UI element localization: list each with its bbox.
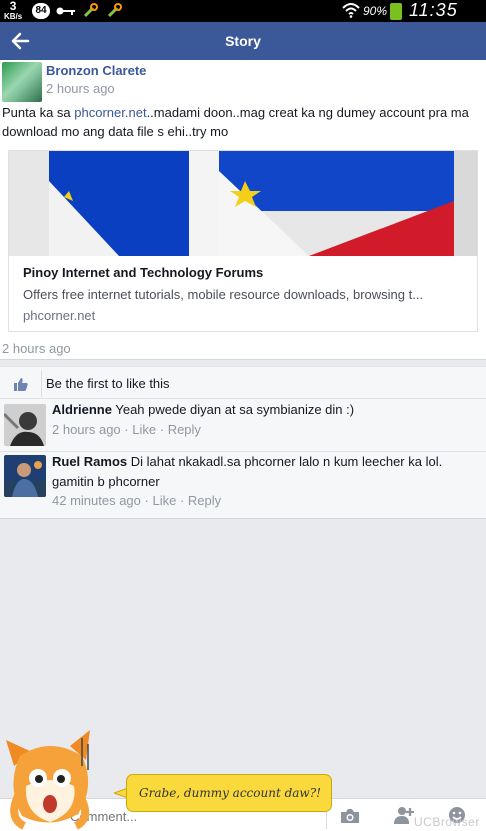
attachment-domain: phcorner.net	[23, 308, 96, 323]
key-icon	[56, 7, 75, 15]
comment-text: Yeah pwede diyan at sa symbianize din :)	[115, 402, 355, 417]
likes-bar[interactable]: Be the first to like this	[0, 366, 486, 399]
app-header: Story	[0, 22, 486, 60]
page-title: Story	[225, 33, 261, 49]
tool-icon	[83, 3, 98, 18]
post-footer-timestamp: 2 hours ago	[2, 341, 71, 356]
thumbs-up-icon	[14, 378, 28, 391]
comment-author[interactable]: Aldrienne	[52, 402, 112, 417]
comment-reply-link[interactable]: Reply	[168, 422, 201, 437]
comment-like-link[interactable]: Like	[152, 493, 176, 508]
battery-percent: 90%	[363, 4, 388, 18]
like-icon-box	[4, 370, 42, 397]
post-timestamp[interactable]: 2 hours ago	[46, 81, 115, 96]
comment-author[interactable]: Ruel Ramos	[52, 454, 127, 469]
comment-body: Ruel Ramos Di lahat nkakadl.sa phcorner …	[52, 452, 478, 492]
comments-list: Aldrienne Yeah pwede diyan at sa symbian…	[0, 399, 486, 519]
avatar[interactable]	[4, 404, 46, 446]
comment-item: Ruel Ramos Di lahat nkakadl.sa phcorner …	[0, 451, 486, 519]
speech-bubble: Grabe, dummy account daw?!	[126, 774, 332, 812]
separator: ·	[179, 493, 188, 508]
battery-icon	[390, 3, 402, 20]
separator: ·	[159, 422, 168, 437]
post-text-part: Punta ka sa	[2, 105, 75, 120]
comment-timestamp: 42 minutes ago	[52, 493, 141, 508]
status-bar: 3 KB/s 84 90% 11:35 AM	[0, 0, 486, 41]
network-speed: 3 KB/s	[4, 0, 23, 21]
comment-item: Aldrienne Yeah pwede diyan at sa symbian…	[0, 399, 486, 451]
link-attachment-card[interactable]: Pinoy Internet and Technology Forums Off…	[8, 150, 478, 332]
post-link[interactable]: phcorner.net	[74, 105, 146, 120]
tool-icon	[107, 3, 122, 18]
network-speed-unit: KB/s	[4, 12, 23, 21]
comment-meta: 2 hours ago · Like · Reply	[52, 422, 201, 437]
attachment-image	[9, 151, 477, 256]
comment-meta: 42 minutes ago · Like · Reply	[52, 493, 221, 508]
comment-body: Aldrienne Yeah pwede diyan at sa symbian…	[52, 400, 478, 420]
post-author[interactable]: Bronzon Clarete	[46, 63, 146, 78]
likes-summary: Be the first to like this	[46, 376, 170, 391]
comment-reply-link[interactable]: Reply	[188, 493, 221, 508]
speech-bubble-text: Grabe, dummy account daw?!	[139, 786, 321, 800]
attachment-title: Pinoy Internet and Technology Forums	[23, 265, 264, 280]
attachment-description: Offers free internet tutorials, mobile r…	[23, 287, 424, 302]
network-speed-value: 3	[9, 0, 17, 13]
mascot-icon	[6, 730, 90, 830]
camera-icon[interactable]	[340, 808, 360, 824]
post-text: Punta ka sa phcorner.net..madami doon..m…	[2, 103, 484, 141]
flag-image	[9, 151, 477, 256]
avatar[interactable]	[2, 62, 42, 102]
comment-timestamp: 2 hours ago	[52, 422, 121, 437]
avatar[interactable]	[4, 455, 46, 497]
comment-like-link[interactable]: Like	[132, 422, 156, 437]
tag-friend-icon[interactable]	[394, 806, 414, 824]
wifi-icon	[342, 3, 360, 18]
watermark: UCBrowser	[414, 815, 480, 829]
notification-count-badge: 84	[32, 3, 50, 19]
